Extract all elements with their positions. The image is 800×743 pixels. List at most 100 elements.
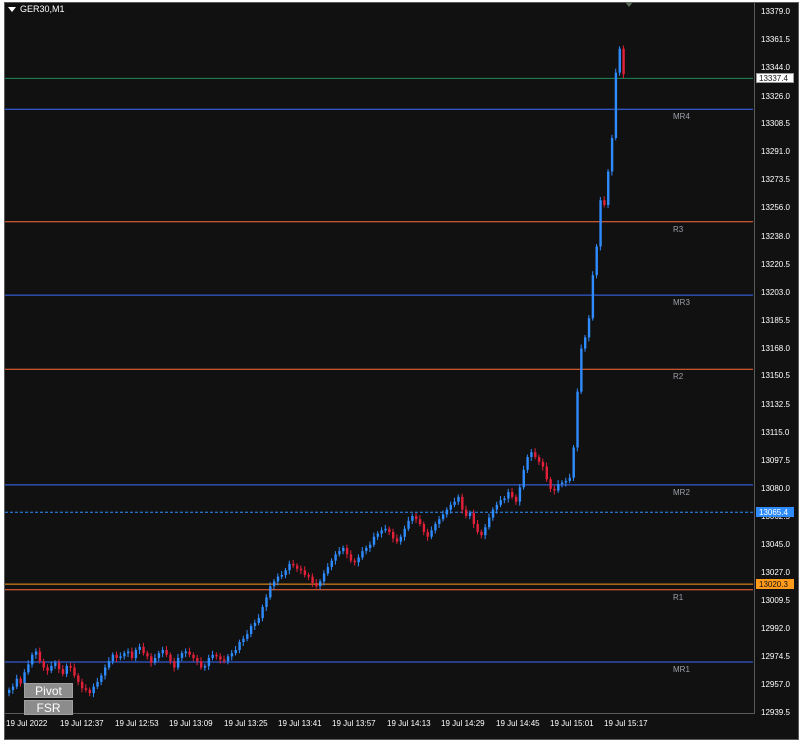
candle-body bbox=[599, 200, 602, 247]
candle-body bbox=[330, 560, 333, 568]
price-tag-bid: 13065.4 bbox=[756, 507, 794, 518]
candle-body bbox=[230, 653, 234, 657]
candle-body bbox=[399, 536, 403, 542]
candle-body bbox=[392, 531, 395, 539]
price-tick-label: 13273.5 bbox=[761, 175, 790, 185]
candle-body bbox=[388, 528, 391, 532]
candle-body bbox=[42, 661, 45, 668]
candle-body bbox=[138, 646, 141, 650]
candle-body bbox=[173, 661, 176, 668]
price-tick-label: 13379.0 bbox=[761, 7, 790, 16]
shift-marker-icon[interactable] bbox=[625, 2, 633, 7]
time-label: 19 Jul 13:25 bbox=[224, 719, 268, 728]
candle-body bbox=[488, 517, 491, 528]
price-tick-label: 13097.5 bbox=[761, 455, 790, 465]
candle-body bbox=[161, 649, 164, 654]
candle-body bbox=[511, 492, 514, 497]
candle-body bbox=[88, 689, 92, 694]
price-tick-label: 13361.5 bbox=[761, 34, 790, 44]
candle-body bbox=[184, 651, 188, 654]
candle-body bbox=[495, 504, 499, 510]
candle-body bbox=[292, 563, 295, 566]
candle-body bbox=[595, 246, 598, 276]
candle-body bbox=[169, 654, 172, 662]
candle-body bbox=[319, 581, 322, 587]
candle-body bbox=[196, 657, 199, 662]
candle-body bbox=[242, 638, 245, 643]
candle-body bbox=[104, 667, 107, 676]
candle-body bbox=[8, 689, 11, 694]
candle-body bbox=[334, 554, 337, 561]
price-tick-label: 13220.5 bbox=[761, 259, 790, 269]
candle-body bbox=[69, 665, 72, 668]
time-label: 19 Jul 14:29 bbox=[441, 719, 485, 728]
candlesticks bbox=[8, 45, 625, 698]
candle-body bbox=[503, 498, 506, 501]
candle-body bbox=[422, 523, 426, 532]
candle-body bbox=[119, 656, 122, 658]
candle-body bbox=[146, 653, 149, 657]
chart-window[interactable]: GER30,M1 13379.0 13361.5 13344.0 13326.0 133… bbox=[0, 0, 800, 743]
candle-body bbox=[349, 554, 353, 561]
candle-body bbox=[234, 649, 237, 654]
candle-body bbox=[411, 516, 414, 521]
candle-body bbox=[123, 653, 126, 657]
time-label: 19 Jul 2022 bbox=[6, 719, 48, 728]
candle-body bbox=[11, 686, 15, 690]
candle-body bbox=[31, 654, 34, 665]
candle-body bbox=[372, 536, 376, 545]
candle-body bbox=[430, 530, 433, 537]
price-tick-label: 12992.0 bbox=[761, 624, 790, 634]
candle-body bbox=[453, 501, 456, 505]
candle-body bbox=[153, 657, 157, 663]
candle-body bbox=[307, 575, 310, 577]
pivot-label-mr3: MR3 bbox=[673, 298, 690, 308]
candle-body bbox=[449, 504, 452, 510]
candle-body bbox=[342, 547, 345, 552]
candle-body bbox=[257, 618, 260, 623]
candle-body bbox=[484, 527, 487, 536]
pivot-label-mr4: MR4 bbox=[673, 112, 690, 122]
candle-body bbox=[180, 653, 184, 658]
candle-body bbox=[434, 523, 437, 531]
price-tick-label: 13185.5 bbox=[761, 315, 790, 325]
pivot-button[interactable]: Pivot bbox=[24, 683, 73, 698]
candle-body bbox=[188, 651, 191, 655]
price-tick-label: 12957.0 bbox=[761, 680, 790, 690]
candle-body bbox=[165, 649, 168, 655]
candle-body bbox=[576, 391, 579, 448]
candle-body bbox=[223, 659, 226, 662]
time-label: 19 Jul 15:17 bbox=[604, 719, 648, 728]
candle-body bbox=[537, 457, 541, 462]
candle-body bbox=[395, 538, 399, 542]
price-tick-label: 13291.0 bbox=[761, 147, 790, 157]
candle-body bbox=[219, 656, 222, 660]
price-tag-ask: 13020.3 bbox=[756, 579, 794, 590]
pivot-label-mr1: MR1 bbox=[673, 664, 690, 674]
candle-body bbox=[438, 519, 441, 524]
candle-body bbox=[441, 514, 445, 520]
candle-body bbox=[476, 523, 479, 532]
fsr-button[interactable]: FSR bbox=[24, 700, 73, 715]
price-tick-label: 13027.0 bbox=[761, 568, 790, 578]
candle-body bbox=[376, 533, 380, 537]
candle-body bbox=[200, 661, 203, 668]
candle-body bbox=[353, 560, 356, 563]
candle-body bbox=[73, 667, 76, 676]
candle-body bbox=[211, 654, 214, 658]
time-label: 19 Jul 13:09 bbox=[169, 719, 213, 728]
time-label: 19 Jul 14:45 bbox=[496, 719, 540, 728]
candle-body bbox=[127, 651, 130, 654]
candle-body bbox=[326, 567, 330, 574]
candle-body bbox=[322, 573, 326, 582]
candle-body bbox=[584, 337, 587, 349]
candle-body bbox=[96, 681, 99, 687]
chevron-down-icon[interactable] bbox=[8, 6, 16, 12]
time-label: 19 Jul 14:13 bbox=[387, 719, 431, 728]
candle-body bbox=[54, 662, 57, 666]
price-tick-label: 13168.0 bbox=[761, 343, 790, 353]
candle-body bbox=[249, 626, 253, 635]
candle-body bbox=[111, 654, 115, 662]
candle-body bbox=[246, 634, 249, 639]
candle-body bbox=[526, 457, 529, 470]
